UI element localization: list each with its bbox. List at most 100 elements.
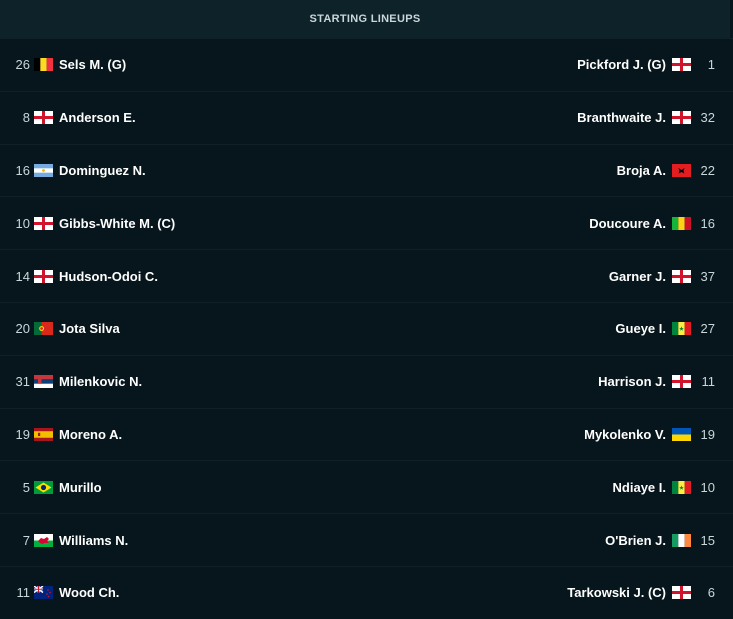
- england-flag-icon: [34, 111, 53, 125]
- away-player-name: Mykolenko V.: [584, 426, 666, 442]
- portugal-flag-icon: [34, 322, 53, 336]
- away-player-number: 11: [701, 374, 716, 390]
- lineup-row: 16 Dominguez N. Broja A. 22: [0, 143, 733, 197]
- away-player-number: 1: [707, 57, 715, 73]
- home-player-number: 14: [15, 268, 30, 284]
- home-player[interactable]: 20 Jota Silva: [0, 303, 120, 355]
- away-player-number: 27: [700, 321, 715, 337]
- away-player-name: Gueye I.: [615, 321, 666, 337]
- wales-flag-icon: [34, 533, 53, 547]
- lineup-row: 31 Milenkovic N. Harrison J. 11: [0, 354, 733, 408]
- away-player-number: 37: [700, 268, 715, 284]
- home-player-name: Hudson-Odoi C.: [59, 268, 158, 284]
- away-player[interactable]: Harrison J. 11: [598, 356, 733, 408]
- away-player-number: 15: [700, 532, 715, 548]
- albania-flag-icon: [672, 163, 691, 177]
- england-flag-icon: [672, 269, 691, 283]
- senegal-flag-icon: [672, 322, 691, 336]
- home-player-name: Anderson E.: [59, 110, 136, 126]
- away-player[interactable]: Pickford J. (G) 1: [577, 39, 733, 91]
- home-player-number: 31: [15, 374, 30, 390]
- lineup-row: 5 Murillo Ndiaye I. 10: [0, 460, 733, 513]
- away-player-number: 10: [700, 479, 715, 495]
- home-player-name: Moreno A.: [59, 426, 123, 442]
- lineup-row: 26 Sels M. (G) Pickford J. (G) 1: [0, 38, 733, 91]
- away-player[interactable]: Broja A. 22: [617, 145, 733, 197]
- england-flag-icon: [672, 58, 691, 72]
- away-player-name: Broja A.: [616, 162, 666, 178]
- brazil-flag-icon: [34, 480, 53, 494]
- lineups-rows: 26 Sels M. (G) Pickford J. (G) 1 8 Ander…: [0, 38, 733, 619]
- away-player-number: 22: [700, 162, 715, 178]
- away-player-name: Doucoure A.: [589, 215, 666, 231]
- home-player-number: 26: [15, 57, 30, 73]
- home-player[interactable]: 7 Williams N.: [0, 514, 128, 566]
- away-player-name: Garner J.: [608, 268, 666, 284]
- home-player-number: 20: [15, 321, 30, 337]
- ukraine-flag-icon: [672, 427, 691, 441]
- away-player-name: Tarkowski J. (C): [567, 585, 666, 601]
- home-player-number: 5: [22, 479, 30, 495]
- new-zealand-flag-icon: [34, 586, 53, 600]
- home-player-name: Dominguez N.: [59, 162, 146, 178]
- home-player[interactable]: 14 Hudson-Odoi C.: [0, 250, 158, 302]
- away-player[interactable]: Gueye I. 27: [615, 303, 733, 355]
- away-player-number: 16: [700, 215, 715, 231]
- ireland-flag-icon: [672, 533, 691, 547]
- away-player[interactable]: Garner J. 37: [609, 250, 733, 302]
- lineups-title: STARTING LINEUPS: [309, 13, 421, 25]
- home-player-number: 16: [15, 162, 30, 178]
- away-player-number: 6: [707, 585, 715, 601]
- away-player-number: 32: [700, 110, 715, 126]
- home-player-number: 11: [16, 585, 31, 601]
- home-player[interactable]: 26 Sels M. (G): [0, 39, 127, 91]
- home-player[interactable]: 11 Wood Ch.: [0, 567, 120, 619]
- home-player-name: Murillo: [59, 479, 102, 495]
- home-player[interactable]: 16 Dominguez N.: [0, 145, 146, 197]
- home-player[interactable]: 31 Milenkovic N.: [0, 356, 143, 408]
- lineups-header: STARTING LINEUPS: [0, 0, 730, 38]
- lineup-row: 20 Jota Silva Gueye I. 27: [0, 301, 733, 355]
- home-player-number: 7: [22, 532, 30, 548]
- home-player-name: Williams N.: [59, 532, 129, 548]
- england-flag-icon: [672, 375, 691, 389]
- away-player-name: Branthwaite J.: [577, 110, 666, 126]
- lineup-row: 14 Hudson-Odoi C. Garner J. 37: [0, 249, 733, 302]
- lineup-row: 8 Anderson E. Branthwaite J. 32: [0, 90, 733, 144]
- england-flag-icon: [34, 216, 53, 230]
- lineup-row: 10 Gibbs-White M. (C) Doucoure A. 16: [0, 196, 733, 249]
- away-player[interactable]: Ndiaye I. 10: [613, 461, 733, 513]
- away-player[interactable]: Tarkowski J. (C) 6: [567, 567, 733, 619]
- lineup-row: 11 Wood Ch. Tarkowski J. (C) 6: [0, 565, 733, 619]
- england-flag-icon: [672, 111, 691, 125]
- away-player[interactable]: O'Brien J. 15: [605, 514, 733, 566]
- home-player-name: Gibbs-White M. (C): [59, 215, 176, 231]
- home-player-name: Jota Silva: [59, 321, 120, 337]
- home-player-number: 8: [22, 110, 30, 126]
- home-player[interactable]: 8 Anderson E.: [0, 92, 136, 144]
- home-player-name: Milenkovic N.: [59, 374, 143, 390]
- home-player-name: Sels M. (G): [59, 57, 127, 73]
- away-player-number: 19: [700, 426, 715, 442]
- lineup-row: 7 Williams N. O'Brien J. 15: [0, 513, 733, 566]
- away-player[interactable]: Mykolenko V. 19: [584, 409, 733, 461]
- argentina-flag-icon: [34, 163, 53, 177]
- england-flag-icon: [672, 586, 691, 600]
- home-player-number: 19: [15, 426, 30, 442]
- spain-flag-icon: [34, 427, 53, 441]
- home-player[interactable]: 5 Murillo: [0, 461, 102, 513]
- lineups-panel: STARTING LINEUPS 26 Sels M. (G) Pickford…: [0, 0, 733, 616]
- mali-flag-icon: [672, 216, 691, 230]
- away-player[interactable]: Doucoure A. 16: [589, 197, 733, 249]
- away-player-name: O'Brien J.: [605, 532, 666, 548]
- home-player[interactable]: 19 Moreno A.: [0, 409, 123, 461]
- serbia-flag-icon: [34, 375, 53, 389]
- away-player-name: Pickford J. (G): [577, 57, 666, 73]
- away-player[interactable]: Branthwaite J. 32: [577, 92, 733, 144]
- away-player-name: Harrison J.: [598, 374, 666, 390]
- lineup-row: 19 Moreno A. Mykolenko V. 19: [0, 407, 733, 461]
- away-player-name: Ndiaye I.: [612, 479, 666, 495]
- home-player-name: Wood Ch.: [59, 585, 120, 601]
- belgium-flag-icon: [34, 58, 53, 72]
- home-player[interactable]: 10 Gibbs-White M. (C): [0, 197, 176, 249]
